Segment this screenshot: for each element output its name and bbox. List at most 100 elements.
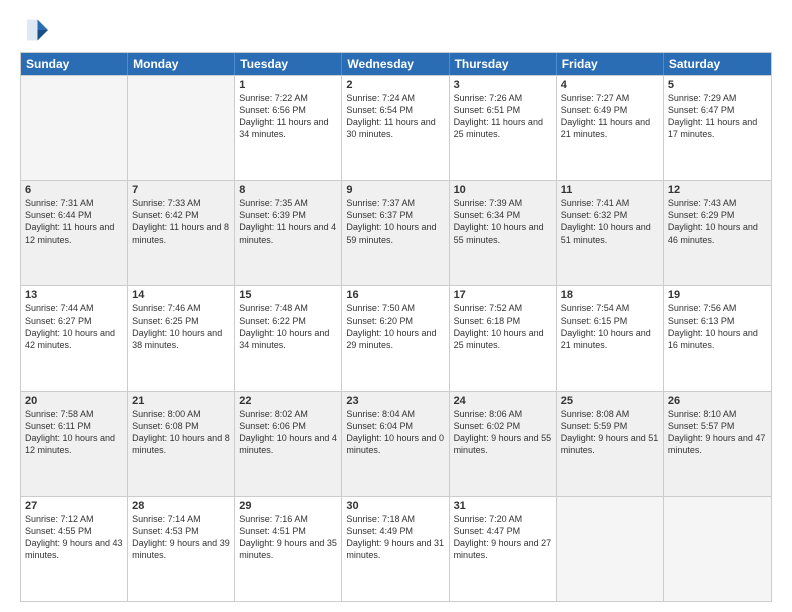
logo-icon [20, 16, 48, 44]
day-number: 9 [346, 184, 444, 196]
calendar-cell: 8Sunrise: 7:35 AM Sunset: 6:39 PM Daylig… [235, 181, 342, 285]
cell-details: Sunrise: 7:41 AM Sunset: 6:32 PM Dayligh… [561, 197, 659, 246]
day-number: 30 [346, 500, 444, 512]
day-number: 24 [454, 395, 552, 407]
calendar-cell: 25Sunrise: 8:08 AM Sunset: 5:59 PM Dayli… [557, 392, 664, 496]
calendar-row: 27Sunrise: 7:12 AM Sunset: 4:55 PM Dayli… [21, 496, 771, 601]
calendar-cell: 29Sunrise: 7:16 AM Sunset: 4:51 PM Dayli… [235, 497, 342, 601]
cell-details: Sunrise: 7:26 AM Sunset: 6:51 PM Dayligh… [454, 92, 552, 141]
cell-details: Sunrise: 8:02 AM Sunset: 6:06 PM Dayligh… [239, 408, 337, 457]
calendar-cell: 4Sunrise: 7:27 AM Sunset: 6:49 PM Daylig… [557, 76, 664, 180]
calendar-cell: 30Sunrise: 7:18 AM Sunset: 4:49 PM Dayli… [342, 497, 449, 601]
day-number: 25 [561, 395, 659, 407]
day-number: 11 [561, 184, 659, 196]
calendar-cell: 10Sunrise: 7:39 AM Sunset: 6:34 PM Dayli… [450, 181, 557, 285]
cell-details: Sunrise: 8:04 AM Sunset: 6:04 PM Dayligh… [346, 408, 444, 457]
header [20, 16, 772, 44]
cell-details: Sunrise: 7:18 AM Sunset: 4:49 PM Dayligh… [346, 513, 444, 562]
day-number: 14 [132, 289, 230, 301]
calendar-row: 1Sunrise: 7:22 AM Sunset: 6:56 PM Daylig… [21, 75, 771, 180]
calendar-cell: 14Sunrise: 7:46 AM Sunset: 6:25 PM Dayli… [128, 286, 235, 390]
cell-details: Sunrise: 8:08 AM Sunset: 5:59 PM Dayligh… [561, 408, 659, 457]
calendar-cell: 17Sunrise: 7:52 AM Sunset: 6:18 PM Dayli… [450, 286, 557, 390]
cell-details: Sunrise: 7:35 AM Sunset: 6:39 PM Dayligh… [239, 197, 337, 246]
calendar-cell: 31Sunrise: 7:20 AM Sunset: 4:47 PM Dayli… [450, 497, 557, 601]
day-number: 19 [668, 289, 767, 301]
cell-details: Sunrise: 7:16 AM Sunset: 4:51 PM Dayligh… [239, 513, 337, 562]
day-number: 18 [561, 289, 659, 301]
day-number: 27 [25, 500, 123, 512]
calendar-cell: 18Sunrise: 7:54 AM Sunset: 6:15 PM Dayli… [557, 286, 664, 390]
cell-details: Sunrise: 7:12 AM Sunset: 4:55 PM Dayligh… [25, 513, 123, 562]
cell-details: Sunrise: 7:52 AM Sunset: 6:18 PM Dayligh… [454, 302, 552, 351]
calendar-cell: 21Sunrise: 8:00 AM Sunset: 6:08 PM Dayli… [128, 392, 235, 496]
day-number: 31 [454, 500, 552, 512]
calendar-cell: 22Sunrise: 8:02 AM Sunset: 6:06 PM Dayli… [235, 392, 342, 496]
day-number: 22 [239, 395, 337, 407]
calendar-cell: 2Sunrise: 7:24 AM Sunset: 6:54 PM Daylig… [342, 76, 449, 180]
day-number: 4 [561, 79, 659, 91]
day-number: 1 [239, 79, 337, 91]
calendar-body: 1Sunrise: 7:22 AM Sunset: 6:56 PM Daylig… [21, 75, 771, 601]
cell-details: Sunrise: 8:10 AM Sunset: 5:57 PM Dayligh… [668, 408, 767, 457]
cell-details: Sunrise: 7:33 AM Sunset: 6:42 PM Dayligh… [132, 197, 230, 246]
calendar-cell: 24Sunrise: 8:06 AM Sunset: 6:02 PM Dayli… [450, 392, 557, 496]
cell-details: Sunrise: 8:06 AM Sunset: 6:02 PM Dayligh… [454, 408, 552, 457]
cell-details: Sunrise: 7:39 AM Sunset: 6:34 PM Dayligh… [454, 197, 552, 246]
cell-details: Sunrise: 7:44 AM Sunset: 6:27 PM Dayligh… [25, 302, 123, 351]
calendar-header: SundayMondayTuesdayWednesdayThursdayFrid… [21, 53, 771, 75]
cell-details: Sunrise: 8:00 AM Sunset: 6:08 PM Dayligh… [132, 408, 230, 457]
calendar-cell: 11Sunrise: 7:41 AM Sunset: 6:32 PM Dayli… [557, 181, 664, 285]
day-number: 7 [132, 184, 230, 196]
calendar-cell: 1Sunrise: 7:22 AM Sunset: 6:56 PM Daylig… [235, 76, 342, 180]
cell-details: Sunrise: 7:50 AM Sunset: 6:20 PM Dayligh… [346, 302, 444, 351]
cell-details: Sunrise: 7:20 AM Sunset: 4:47 PM Dayligh… [454, 513, 552, 562]
cell-details: Sunrise: 7:22 AM Sunset: 6:56 PM Dayligh… [239, 92, 337, 141]
day-number: 13 [25, 289, 123, 301]
calendar-cell [128, 76, 235, 180]
weekday-header: Sunday [21, 53, 128, 75]
cell-details: Sunrise: 7:58 AM Sunset: 6:11 PM Dayligh… [25, 408, 123, 457]
calendar-cell: 9Sunrise: 7:37 AM Sunset: 6:37 PM Daylig… [342, 181, 449, 285]
weekday-header: Saturday [664, 53, 771, 75]
day-number: 10 [454, 184, 552, 196]
day-number: 29 [239, 500, 337, 512]
day-number: 20 [25, 395, 123, 407]
calendar-cell: 16Sunrise: 7:50 AM Sunset: 6:20 PM Dayli… [342, 286, 449, 390]
calendar-row: 20Sunrise: 7:58 AM Sunset: 6:11 PM Dayli… [21, 391, 771, 496]
calendar-cell: 6Sunrise: 7:31 AM Sunset: 6:44 PM Daylig… [21, 181, 128, 285]
day-number: 21 [132, 395, 230, 407]
cell-details: Sunrise: 7:31 AM Sunset: 6:44 PM Dayligh… [25, 197, 123, 246]
calendar-row: 13Sunrise: 7:44 AM Sunset: 6:27 PM Dayli… [21, 285, 771, 390]
page: SundayMondayTuesdayWednesdayThursdayFrid… [0, 0, 792, 612]
cell-details: Sunrise: 7:54 AM Sunset: 6:15 PM Dayligh… [561, 302, 659, 351]
cell-details: Sunrise: 7:29 AM Sunset: 6:47 PM Dayligh… [668, 92, 767, 141]
calendar-cell: 27Sunrise: 7:12 AM Sunset: 4:55 PM Dayli… [21, 497, 128, 601]
cell-details: Sunrise: 7:27 AM Sunset: 6:49 PM Dayligh… [561, 92, 659, 141]
weekday-header: Monday [128, 53, 235, 75]
calendar-cell: 7Sunrise: 7:33 AM Sunset: 6:42 PM Daylig… [128, 181, 235, 285]
cell-details: Sunrise: 7:46 AM Sunset: 6:25 PM Dayligh… [132, 302, 230, 351]
cell-details: Sunrise: 7:37 AM Sunset: 6:37 PM Dayligh… [346, 197, 444, 246]
calendar-cell: 19Sunrise: 7:56 AM Sunset: 6:13 PM Dayli… [664, 286, 771, 390]
calendar-cell: 15Sunrise: 7:48 AM Sunset: 6:22 PM Dayli… [235, 286, 342, 390]
day-number: 6 [25, 184, 123, 196]
day-number: 2 [346, 79, 444, 91]
calendar-cell: 20Sunrise: 7:58 AM Sunset: 6:11 PM Dayli… [21, 392, 128, 496]
cell-details: Sunrise: 7:24 AM Sunset: 6:54 PM Dayligh… [346, 92, 444, 141]
weekday-header: Thursday [450, 53, 557, 75]
weekday-header: Wednesday [342, 53, 449, 75]
calendar: SundayMondayTuesdayWednesdayThursdayFrid… [20, 52, 772, 602]
day-number: 16 [346, 289, 444, 301]
day-number: 5 [668, 79, 767, 91]
calendar-cell: 12Sunrise: 7:43 AM Sunset: 6:29 PM Dayli… [664, 181, 771, 285]
day-number: 28 [132, 500, 230, 512]
calendar-cell: 13Sunrise: 7:44 AM Sunset: 6:27 PM Dayli… [21, 286, 128, 390]
calendar-cell [21, 76, 128, 180]
day-number: 17 [454, 289, 552, 301]
cell-details: Sunrise: 7:56 AM Sunset: 6:13 PM Dayligh… [668, 302, 767, 351]
day-number: 3 [454, 79, 552, 91]
day-number: 15 [239, 289, 337, 301]
cell-details: Sunrise: 7:43 AM Sunset: 6:29 PM Dayligh… [668, 197, 767, 246]
weekday-header: Friday [557, 53, 664, 75]
